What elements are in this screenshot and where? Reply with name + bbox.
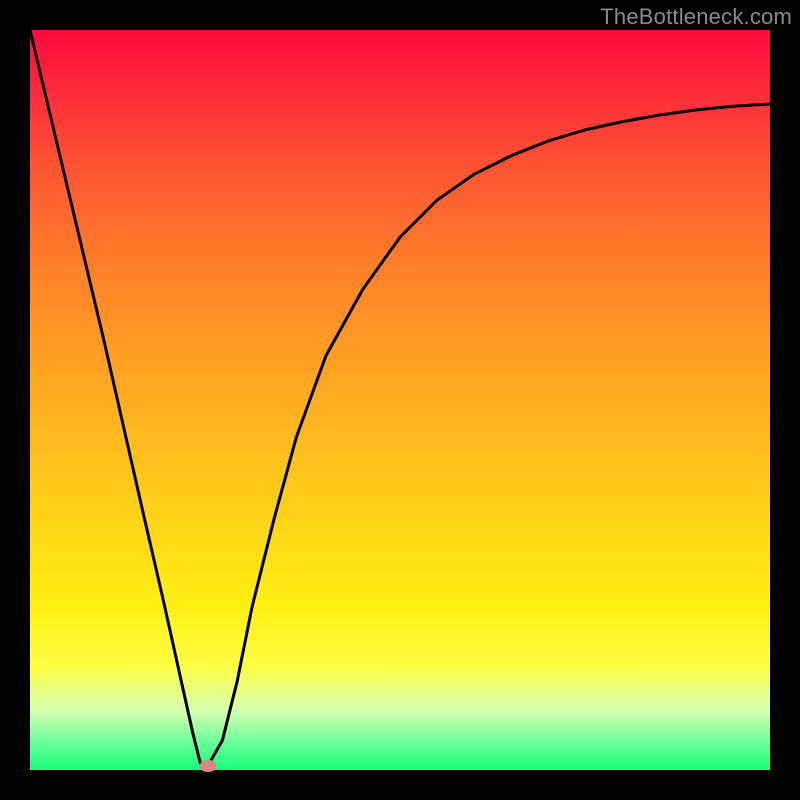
bottleneck-curve (30, 30, 770, 770)
watermark-label: TheBottleneck.com (600, 4, 792, 30)
optimal-point-marker (200, 760, 216, 772)
plot-area (30, 30, 770, 770)
chart-frame: TheBottleneck.com (0, 0, 800, 800)
